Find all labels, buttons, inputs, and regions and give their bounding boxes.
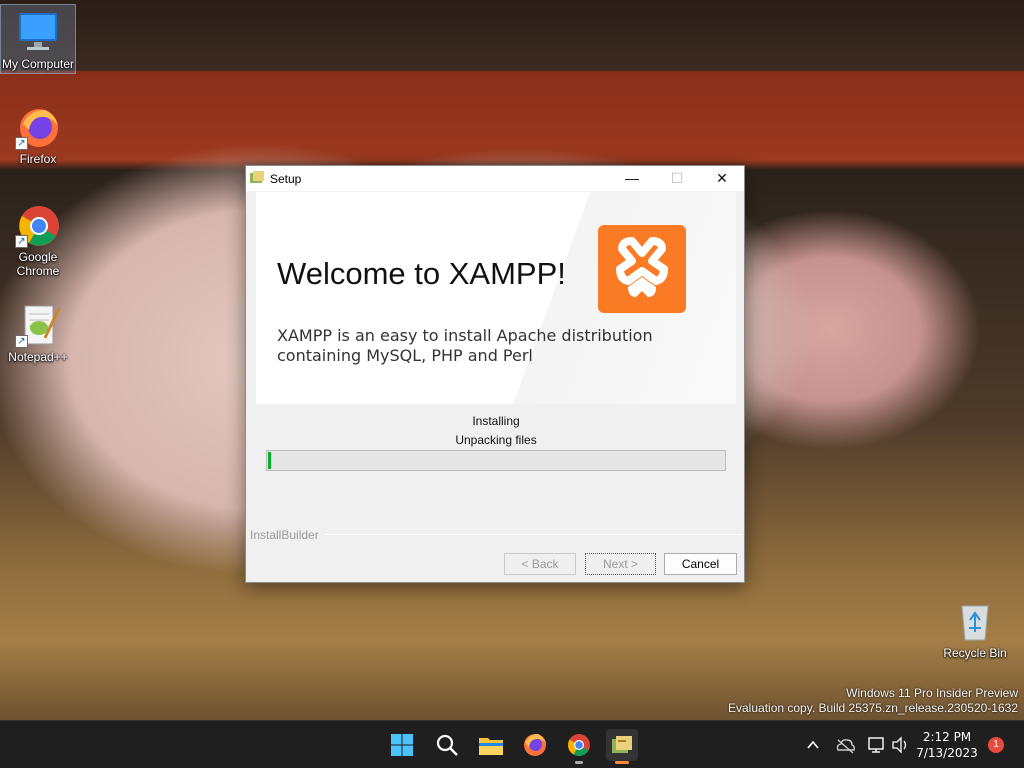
desktop-icon-firefox[interactable]: ↗ Firefox (0, 104, 76, 166)
firefox-icon (524, 734, 546, 756)
onedrive-button[interactable] (834, 721, 856, 768)
back-button[interactable]: < Back (504, 553, 576, 575)
search-button[interactable] (431, 729, 463, 761)
install-progress-bar (266, 450, 726, 471)
taskbar: 2:12 PM 7/13/2023 1 (0, 720, 1024, 768)
clock-time: 2:12 PM (922, 730, 972, 744)
firefox-taskbar-button[interactable] (519, 729, 551, 761)
cancel-button[interactable]: Cancel (664, 553, 737, 575)
clock-date: 7/13/2023 (916, 746, 978, 760)
installbuilder-label: InstallBuilder (250, 528, 325, 542)
chrome-taskbar-button[interactable] (563, 729, 595, 764)
network-icon (868, 737, 884, 753)
xampp-app-icon (250, 171, 264, 185)
notification-badge[interactable]: 1 (988, 737, 1004, 753)
network-button[interactable] (866, 721, 888, 768)
chrome-icon (568, 734, 590, 756)
notepadpp-icon: ↗ (15, 302, 61, 348)
speaker-icon (892, 736, 907, 754)
shortcut-arrow-icon: ↗ (15, 335, 28, 348)
shortcut-arrow-icon: ↗ (15, 137, 28, 150)
status-detail: Unpacking files (455, 433, 537, 447)
desktop-icon-label: My Computer (1, 57, 75, 71)
recycle-bin-icon (952, 598, 998, 644)
xampp-setup-icon (612, 736, 632, 753)
desktop-icon-my-computer[interactable]: My Computer (0, 4, 76, 74)
progress-fill (267, 451, 273, 470)
file-explorer-icon (479, 738, 503, 755)
firefox-icon: ↗ (15, 104, 61, 150)
desktop-icon-label: Notepad++ (8, 350, 68, 364)
setup-window[interactable]: Setup — ☐ ✕ Welcome to XAMPP! XAMPP is a… (245, 165, 745, 583)
chevron-up-icon (807, 740, 819, 749)
monitor-icon (15, 9, 61, 55)
desktop-icon-chrome[interactable]: ↗ Google Chrome (0, 202, 76, 278)
desktop-icon-label: Firefox (19, 152, 57, 166)
search-icon (436, 734, 458, 756)
taskbar-clock[interactable]: 2:12 PM 7/13/2023 (912, 729, 982, 761)
maximize-button[interactable]: ☐ (654, 166, 700, 191)
watermark-build: Evaluation copy. Build 25375.zn_release.… (728, 701, 1018, 715)
desktop-icon-label: Recycle Bin (943, 646, 1007, 660)
start-button[interactable] (386, 729, 418, 761)
status-title: Installing (472, 414, 520, 428)
chrome-icon: ↗ (15, 202, 61, 248)
active-indicator (615, 761, 629, 764)
xampp-logo-icon (598, 225, 686, 313)
desktop-icon-notepadpp[interactable]: ↗ Notepad++ (0, 302, 76, 364)
watermark-edition: Windows 11 Pro Insider Preview (846, 686, 1018, 700)
welcome-heading: Welcome to XAMPP! (277, 256, 566, 291)
welcome-description: XAMPP is an easy to install Apache distr… (277, 326, 653, 365)
welcome-banner: Welcome to XAMPP! XAMPP is an easy to in… (256, 192, 736, 404)
xampp-setup-taskbar-button[interactable] (606, 729, 638, 764)
window-titlebar[interactable]: Setup — ☐ ✕ (246, 166, 744, 191)
desktop-icon-recycle-bin[interactable]: Recycle Bin (937, 598, 1013, 660)
windows-start-icon (391, 734, 413, 756)
shortcut-arrow-icon: ↗ (15, 235, 28, 248)
cloud-offline-icon (836, 739, 855, 754)
window-title: Setup (270, 172, 302, 186)
running-indicator (575, 761, 583, 764)
desktop-icon-label: Google Chrome (16, 250, 60, 278)
minimize-button[interactable]: — (609, 166, 655, 191)
volume-button[interactable] (890, 721, 910, 768)
close-button[interactable]: ✕ (699, 166, 745, 191)
windows-watermark: Windows 11 Pro Insider Preview Evaluatio… (728, 686, 1018, 716)
file-explorer-button[interactable] (475, 729, 507, 761)
installbuilder-separator: InstallBuilder (250, 528, 742, 542)
tray-overflow-button[interactable] (803, 721, 823, 768)
next-button[interactable]: Next > (585, 553, 656, 575)
